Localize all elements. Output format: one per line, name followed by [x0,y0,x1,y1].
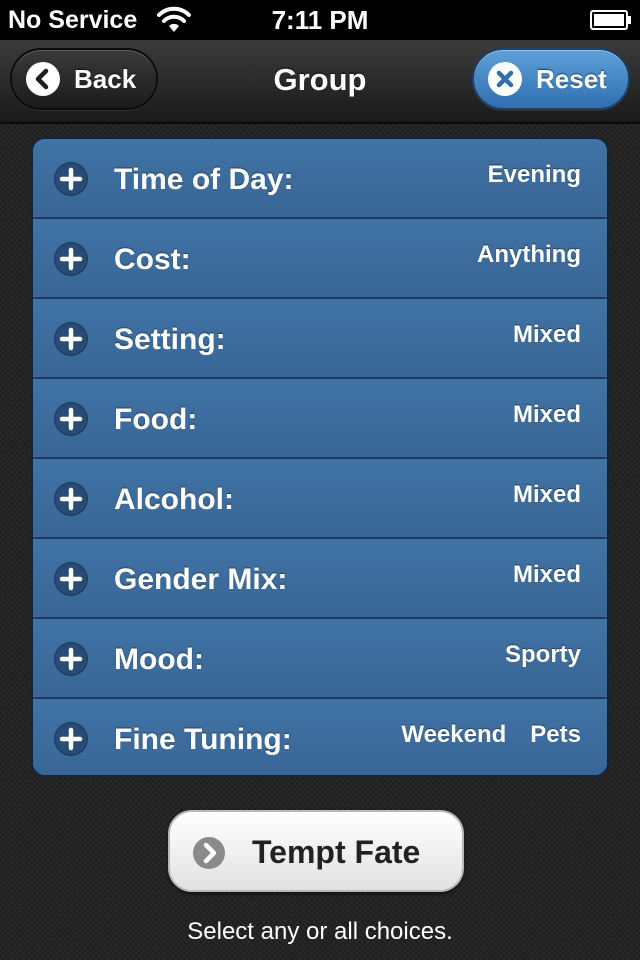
plus-icon [54,322,88,356]
plus-icon [54,242,88,276]
option-value: Mixed [512,321,581,348]
option-row-alcohol[interactable]: Alcohol: Mixed [33,459,607,539]
option-row-time-of-day[interactable]: Time of Day: Evening [33,139,607,219]
options-list: Time of Day: Evening Cost: Anything Sett… [31,137,609,777]
plus-icon [54,402,88,436]
option-label: Fine Tuning: [114,723,292,756]
battery-icon [590,10,631,30]
plus-icon [54,162,88,196]
option-row-mood[interactable]: Mood: Sporty [33,619,607,699]
option-label: Time of Day: [114,163,294,196]
option-value: Evening [487,161,581,188]
plus-icon [54,642,88,676]
plus-icon [54,722,88,756]
option-label: Alcohol: [114,483,234,516]
option-row-setting[interactable]: Setting: Mixed [33,299,607,379]
chevron-right-icon [193,837,225,869]
option-value: Anything [477,241,581,268]
option-label: Food: [114,403,198,436]
option-row-food[interactable]: Food: Mixed [33,379,607,459]
tempt-fate-button[interactable]: Tempt Fate [168,810,464,892]
option-value: Mixed [512,561,581,588]
back-label: Back [74,64,137,94]
app-screen: No Service 7:11 PM Back Group Reset Time… [0,0,640,960]
status-time: 7:11 PM [271,5,369,35]
navigation-bar: Back Group Reset [0,40,640,124]
page-title: Group [273,62,367,97]
option-value: Mixed [512,401,581,428]
reset-label: Reset [536,64,607,94]
back-button[interactable]: Back [10,48,158,110]
option-row-cost[interactable]: Cost: Anything [33,219,607,299]
option-label: Setting: [114,323,226,356]
option-value-tags: Weekend Pets [401,721,581,749]
option-tag: Weekend [401,721,507,748]
status-bar: No Service 7:11 PM [0,0,640,40]
option-value: Sporty [504,641,581,668]
option-row-gender-mix[interactable]: Gender Mix: Mixed [33,539,607,619]
option-value: Mixed [512,481,581,508]
plus-icon [54,562,88,596]
reset-button[interactable]: Reset [472,48,630,110]
option-label: Mood: [114,643,204,676]
close-icon [488,62,522,96]
chevron-left-icon [26,62,60,96]
option-tag: Pets [530,721,581,748]
option-label: Cost: [114,243,191,276]
hint-text: Select any or all choices. [187,918,453,945]
option-row-fine-tuning[interactable]: Fine Tuning: Weekend Pets [33,699,607,775]
option-label: Gender Mix: [114,563,288,596]
tempt-fate-label: Tempt Fate [252,834,421,870]
plus-icon [54,482,88,516]
